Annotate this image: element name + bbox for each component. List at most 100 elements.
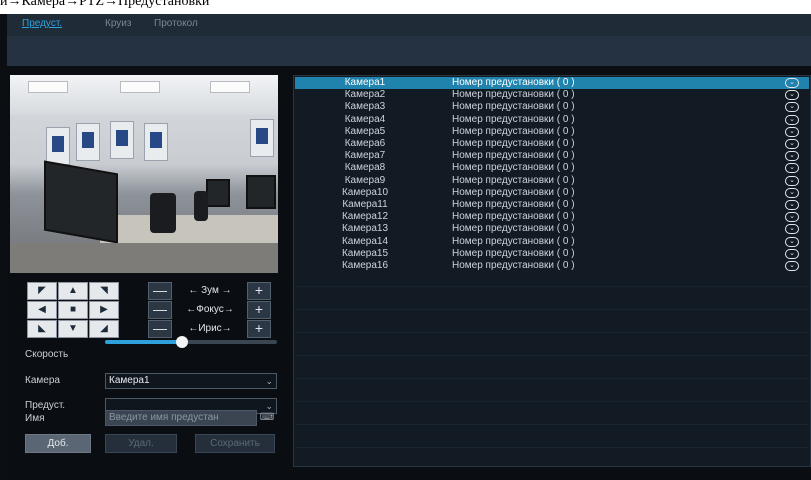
- camera-select[interactable]: Камера1 ⌄: [105, 373, 277, 389]
- name-label: Имя: [25, 413, 45, 424]
- preset-number: Номер предустановки ( 0 ): [452, 247, 575, 259]
- preset-number: Номер предустановки ( 0 ): [452, 150, 575, 162]
- camera-select-value: Камера1: [109, 375, 150, 386]
- ptz-down-left-button[interactable]: ◣: [27, 320, 57, 338]
- speed-slider[interactable]: [105, 336, 277, 348]
- chevron-down-icon[interactable]: ⌄: [785, 151, 799, 162]
- ptz-down-right-button[interactable]: ◢: [89, 320, 119, 338]
- preset-list: Камера1 Номер предустановки ( 0 ) ⌄ Камера2…: [293, 75, 811, 467]
- preset-camera-name: Камера15: [341, 247, 389, 259]
- focus-label: ←Фокус→: [186, 304, 234, 315]
- chevron-down-icon[interactable]: ⌄: [785, 175, 799, 186]
- chevron-down-icon[interactable]: ⌄: [785, 114, 799, 125]
- preset-camera-name: Камера13: [341, 223, 389, 235]
- preset-row[interactable]: Камера2 Номер предустановки ( 0 ) ⌄: [295, 89, 809, 101]
- preview-wall-poster: [250, 119, 274, 157]
- add-button[interactable]: Доб.: [25, 434, 91, 453]
- speed-label: Скорость: [25, 349, 69, 360]
- chevron-down-icon[interactable]: ⌄: [785, 261, 799, 271]
- empty-row-divider: [295, 447, 809, 448]
- preset-row[interactable]: Камера12 Номер предустановки ( 0 ) ⌄: [295, 211, 809, 223]
- zoom-in-button[interactable]: +: [247, 282, 271, 300]
- preset-row[interactable]: Камера11 Номер предустановки ( 0 ) ⌄: [295, 199, 809, 211]
- chevron-down-icon[interactable]: ⌄: [785, 200, 799, 210]
- preset-row[interactable]: Камера10 Номер предустановки ( 0 ) ⌄: [295, 187, 809, 199]
- preview-lamp: [210, 81, 250, 93]
- preset-row[interactable]: Камера15 Номер предустановки ( 0 ) ⌄: [295, 248, 809, 260]
- focus-far-button[interactable]: +: [247, 301, 271, 319]
- preset-camera-name: Камера9: [344, 174, 386, 186]
- chevron-down-icon[interactable]: ⌄: [785, 163, 799, 174]
- preview-wall-poster: [144, 123, 168, 161]
- iris-open-button[interactable]: +: [247, 320, 271, 338]
- camera-preview: [10, 75, 278, 273]
- zoom-out-button[interactable]: —: [148, 282, 172, 300]
- preset-number: Номер предустановки ( 0 ): [452, 113, 575, 125]
- chevron-down-icon[interactable]: ⌄: [785, 236, 799, 247]
- chevron-down-icon[interactable]: ⌄: [785, 224, 799, 235]
- preset-camera-name: Камера5: [344, 125, 386, 137]
- save-button[interactable]: Сохранить: [195, 434, 275, 453]
- ptz-up-left-button[interactable]: ◤: [27, 282, 57, 300]
- preview-lamp: [120, 81, 160, 93]
- delete-button[interactable]: Удал.: [105, 434, 177, 453]
- camera-label: Камера: [25, 375, 60, 386]
- preset-number: Номер предустановки ( 0 ): [452, 138, 575, 149]
- preview-lamp: [28, 81, 68, 93]
- preset-number: Номер предустановки ( 0 ): [452, 260, 575, 271]
- preset-row[interactable]: Камера9 Номер предустановки ( 0 ) ⌄: [295, 175, 809, 187]
- preset-row[interactable]: Камера7 Номер предустановки ( 0 ) ⌄: [295, 150, 809, 162]
- preset-camera-name: Камера2: [344, 89, 386, 101]
- chevron-down-icon[interactable]: ⌄: [785, 78, 799, 88]
- preset-number: Номер предустановки ( 0 ): [452, 223, 575, 235]
- ptz-left-button[interactable]: ◀: [27, 301, 57, 319]
- preset-camera-name: Камера16: [341, 260, 389, 271]
- tab-presets[interactable]: Предуст.: [22, 18, 62, 29]
- chevron-down-icon[interactable]: ⌄: [785, 212, 799, 223]
- preset-number: Номер предустановки ( 0 ): [452, 186, 575, 198]
- preset-name-input[interactable]: Введите имя предустан: [105, 410, 257, 426]
- preset-row[interactable]: Камера13 Номер предустановки ( 0 ) ⌄: [295, 223, 809, 235]
- ptz-stop-button[interactable]: ■: [58, 301, 88, 319]
- ptz-right-button[interactable]: ▶: [89, 301, 119, 319]
- ptz-down-button[interactable]: ▼: [58, 320, 88, 338]
- preset-row[interactable]: Камера5 Номер предустановки ( 0 ) ⌄: [295, 126, 809, 138]
- chevron-down-icon[interactable]: ⌄: [785, 102, 799, 113]
- ptz-up-right-button[interactable]: ◥: [89, 282, 119, 300]
- keyboard-icon[interactable]: ⌨: [259, 410, 275, 426]
- chevron-down-icon[interactable]: ⌄: [785, 139, 799, 149]
- chevron-down-icon[interactable]: ⌄: [785, 187, 799, 198]
- chevron-down-icon[interactable]: ⌄: [785, 90, 799, 101]
- preset-row[interactable]: Камера16 Номер предустановки ( 0 ) ⌄: [295, 260, 809, 272]
- empty-row-divider: [295, 401, 809, 402]
- empty-row-divider: [295, 332, 809, 333]
- chevron-down-icon[interactable]: ⌄: [785, 126, 799, 137]
- speed-slider-handle[interactable]: [176, 336, 189, 348]
- preset-number: Номер предустановки ( 0 ): [452, 174, 575, 186]
- preset-camera-name: Камера3: [344, 101, 386, 113]
- empty-row-divider: [295, 309, 809, 310]
- preset-row[interactable]: Камера8 Номер предустановки ( 0 ) ⌄: [295, 162, 809, 174]
- preset-label: Предуст.: [25, 400, 66, 411]
- tab-protocol[interactable]: Протокол: [154, 18, 198, 29]
- ptz-up-button[interactable]: ▲: [58, 282, 88, 300]
- focus-near-button[interactable]: —: [148, 301, 172, 319]
- iris-close-button[interactable]: —: [148, 320, 172, 338]
- preview-wall-poster: [76, 123, 100, 161]
- preset-camera-name: Камера12: [341, 211, 389, 223]
- preset-row[interactable]: Камера4 Номер предустановки ( 0 ) ⌄: [295, 114, 809, 126]
- preset-row[interactable]: Камера1 Номер предустановки ( 0 ) ⌄: [295, 77, 809, 89]
- preset-number: Номер предустановки ( 0 ): [452, 235, 575, 247]
- preview-monitor: [246, 175, 276, 209]
- preset-row[interactable]: Камера14 Номер предустановки ( 0 ) ⌄: [295, 236, 809, 248]
- preset-number: Номер предустановки ( 0 ): [452, 101, 575, 113]
- preset-row[interactable]: Камера3 Номер предустановки ( 0 ) ⌄: [295, 101, 809, 113]
- tab-cruise[interactable]: Круиз: [105, 18, 131, 29]
- iris-label: ←Ирис→: [188, 323, 232, 334]
- preset-camera-name: Камера14: [341, 235, 389, 247]
- preset-row[interactable]: Камера6 Номер предустановки ( 0 ) ⌄: [295, 138, 809, 150]
- preset-number: Номер предустановки ( 0 ): [452, 211, 575, 223]
- empty-row-divider: [295, 424, 809, 425]
- chevron-down-icon[interactable]: ⌄: [785, 248, 799, 259]
- preset-camera-name: Камера6: [344, 138, 386, 149]
